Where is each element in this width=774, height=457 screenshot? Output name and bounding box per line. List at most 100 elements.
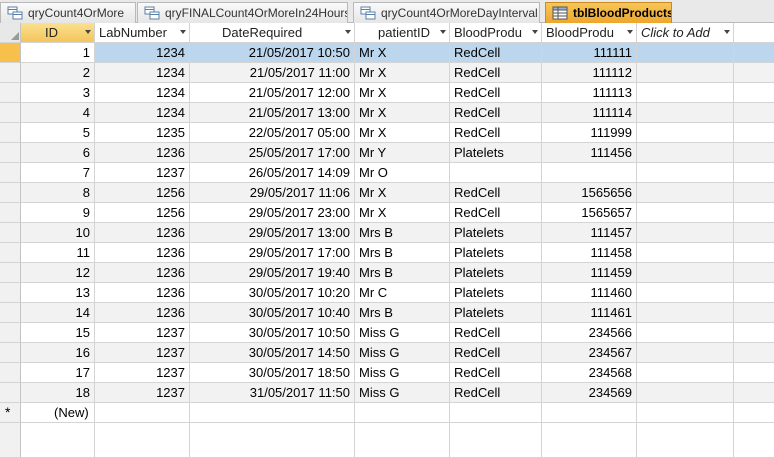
dropdown-arrow-icon[interactable] [724, 30, 730, 34]
cell-bloodproduct-type[interactable]: Platelets [450, 283, 542, 303]
cell-daterequired[interactable]: 29/05/2017 11:06 [190, 183, 355, 203]
cell-click-to-add[interactable] [637, 83, 734, 103]
record-selector[interactable] [0, 303, 21, 323]
table-row[interactable]: 13 1236 30/05/2017 10:20 Mr C Platelets 11146… [0, 283, 774, 303]
cell-click-to-add[interactable] [637, 103, 734, 123]
cell-bloodproduct-number[interactable]: 111461 [542, 303, 637, 323]
record-selector[interactable] [0, 203, 21, 223]
table-row[interactable]: 12 1236 29/05/2017 19:40 Mrs B Platelets 1114… [0, 263, 774, 283]
cell-patientid[interactable]: Mr X [355, 203, 450, 223]
table-row[interactable]: 2 1234 21/05/2017 11:00 Mr X RedCell 111112 [0, 63, 774, 83]
new-record-selector[interactable]: * [0, 403, 21, 423]
cell-bloodproduct-type[interactable]: RedCell [450, 103, 542, 123]
cell-bloodproduct-number[interactable]: 111456 [542, 143, 637, 163]
cell-bloodproduct-number[interactable]: 111999 [542, 123, 637, 143]
cell-labnumber[interactable]: 1237 [95, 383, 190, 403]
cell-labnumber[interactable]: 1236 [95, 263, 190, 283]
cell-bloodproduct-type[interactable]: RedCell [450, 43, 542, 63]
cell-id[interactable]: 5 [21, 123, 95, 143]
column-header-daterequired[interactable]: DateRequired [190, 23, 355, 43]
cell-patientid[interactable]: Miss G [355, 343, 450, 363]
cell-labnumber[interactable]: 1234 [95, 103, 190, 123]
table-row[interactable]: 11 1236 29/05/2017 17:00 Mrs B Platelets 1114… [0, 243, 774, 263]
cell-bloodproduct-type[interactable]: RedCell [450, 183, 542, 203]
cell-bloodproduct-type[interactable] [450, 163, 542, 183]
cell-bloodproduct-number[interactable]: 111111 [542, 43, 637, 63]
cell-bloodproduct-type[interactable]: RedCell [450, 383, 542, 403]
cell-id[interactable]: 14 [21, 303, 95, 323]
cell-id[interactable]: 4 [21, 103, 95, 123]
cell-click-to-add[interactable] [637, 203, 734, 223]
cell-bloodproduct-number[interactable]: 111459 [542, 263, 637, 283]
cell-bloodproduct-number[interactable]: 234568 [542, 363, 637, 383]
column-header-bloodproduct-type[interactable]: BloodProdu [450, 23, 542, 43]
table-row[interactable]: 5 1235 22/05/2017 05:00 Mr X RedCell 111999 [0, 123, 774, 143]
cell-bloodproduct-number[interactable]: 111114 [542, 103, 637, 123]
table-row[interactable]: 7 1237 26/05/2017 14:09 Mr O [0, 163, 774, 183]
cell-labnumber[interactable]: 1236 [95, 243, 190, 263]
cell-id[interactable]: 8 [21, 183, 95, 203]
cell-daterequired[interactable]: 30/05/2017 10:50 [190, 323, 355, 343]
cell-bloodproduct-number[interactable] [542, 163, 637, 183]
tab-qryCount4OrMoreDayInterval[interactable]: qryCount4OrMoreDayInterval [353, 2, 540, 23]
table-row[interactable]: 1 1234 21/05/2017 10:50 Mr X RedCell 111111 [0, 43, 774, 63]
cell-id[interactable]: 9 [21, 203, 95, 223]
cell-patientid[interactable]: Mr O [355, 163, 450, 183]
cell-daterequired[interactable]: 31/05/2017 11:50 [190, 383, 355, 403]
cell-labnumber[interactable]: 1256 [95, 183, 190, 203]
new-record-cell[interactable] [355, 403, 450, 423]
new-record-id-placeholder[interactable]: (New) [21, 403, 95, 423]
cell-click-to-add[interactable] [637, 63, 734, 83]
cell-bloodproduct-number[interactable]: 111113 [542, 83, 637, 103]
dropdown-arrow-icon[interactable] [85, 30, 91, 34]
cell-click-to-add[interactable] [637, 383, 734, 403]
table-row[interactable]: 18 1237 31/05/2017 11:50 Miss G RedCell 23456… [0, 383, 774, 403]
table-row[interactable]: 8 1256 29/05/2017 11:06 Mr X RedCell 1565656 [0, 183, 774, 203]
cell-daterequired[interactable]: 25/05/2017 17:00 [190, 143, 355, 163]
cell-id[interactable]: 17 [21, 363, 95, 383]
cell-click-to-add[interactable] [637, 263, 734, 283]
cell-daterequired[interactable]: 21/05/2017 10:50 [190, 43, 355, 63]
cell-id[interactable]: 3 [21, 83, 95, 103]
column-header-labnumber[interactable]: LabNumber [95, 23, 190, 43]
cell-click-to-add[interactable] [637, 123, 734, 143]
cell-bloodproduct-type[interactable]: RedCell [450, 203, 542, 223]
dropdown-arrow-icon[interactable] [440, 30, 446, 34]
cell-bloodproduct-type[interactable]: Platelets [450, 223, 542, 243]
cell-id[interactable]: 11 [21, 243, 95, 263]
cell-id[interactable]: 10 [21, 223, 95, 243]
cell-labnumber[interactable]: 1237 [95, 363, 190, 383]
cell-click-to-add[interactable] [637, 143, 734, 163]
new-record-cell[interactable] [542, 403, 637, 423]
cell-bloodproduct-type[interactable]: Platelets [450, 303, 542, 323]
column-header-patientid[interactable]: patientID [355, 23, 450, 43]
record-selector[interactable] [0, 143, 21, 163]
cell-bloodproduct-number[interactable]: 111458 [542, 243, 637, 263]
cell-daterequired[interactable]: 21/05/2017 13:00 [190, 103, 355, 123]
cell-daterequired[interactable]: 29/05/2017 23:00 [190, 203, 355, 223]
column-header-bloodproduct-number[interactable]: BloodProdu [542, 23, 637, 43]
table-row[interactable]: 4 1234 21/05/2017 13:00 Mr X RedCell 111114 [0, 103, 774, 123]
record-selector[interactable] [0, 283, 21, 303]
cell-click-to-add[interactable] [637, 303, 734, 323]
record-selector[interactable] [0, 43, 21, 63]
cell-patientid[interactable]: Miss G [355, 363, 450, 383]
cell-labnumber[interactable]: 1234 [95, 63, 190, 83]
cell-labnumber[interactable]: 1237 [95, 323, 190, 343]
cell-labnumber[interactable]: 1234 [95, 43, 190, 63]
new-record-cell[interactable] [95, 403, 190, 423]
record-selector[interactable] [0, 83, 21, 103]
cell-click-to-add[interactable] [637, 223, 734, 243]
cell-patientid[interactable]: Mr X [355, 83, 450, 103]
cell-bloodproduct-number[interactable]: 1565656 [542, 183, 637, 203]
record-selector[interactable] [0, 263, 21, 283]
cell-click-to-add[interactable] [637, 43, 734, 63]
cell-click-to-add[interactable] [637, 243, 734, 263]
cell-id[interactable]: 12 [21, 263, 95, 283]
record-selector[interactable] [0, 103, 21, 123]
cell-bloodproduct-number[interactable]: 1565657 [542, 203, 637, 223]
cell-patientid[interactable]: Mrs B [355, 223, 450, 243]
tab-qryCount4OrMore[interactable]: qryCount4OrMore [0, 2, 136, 23]
cell-bloodproduct-type[interactable]: Platelets [450, 143, 542, 163]
record-selector[interactable] [0, 63, 21, 83]
